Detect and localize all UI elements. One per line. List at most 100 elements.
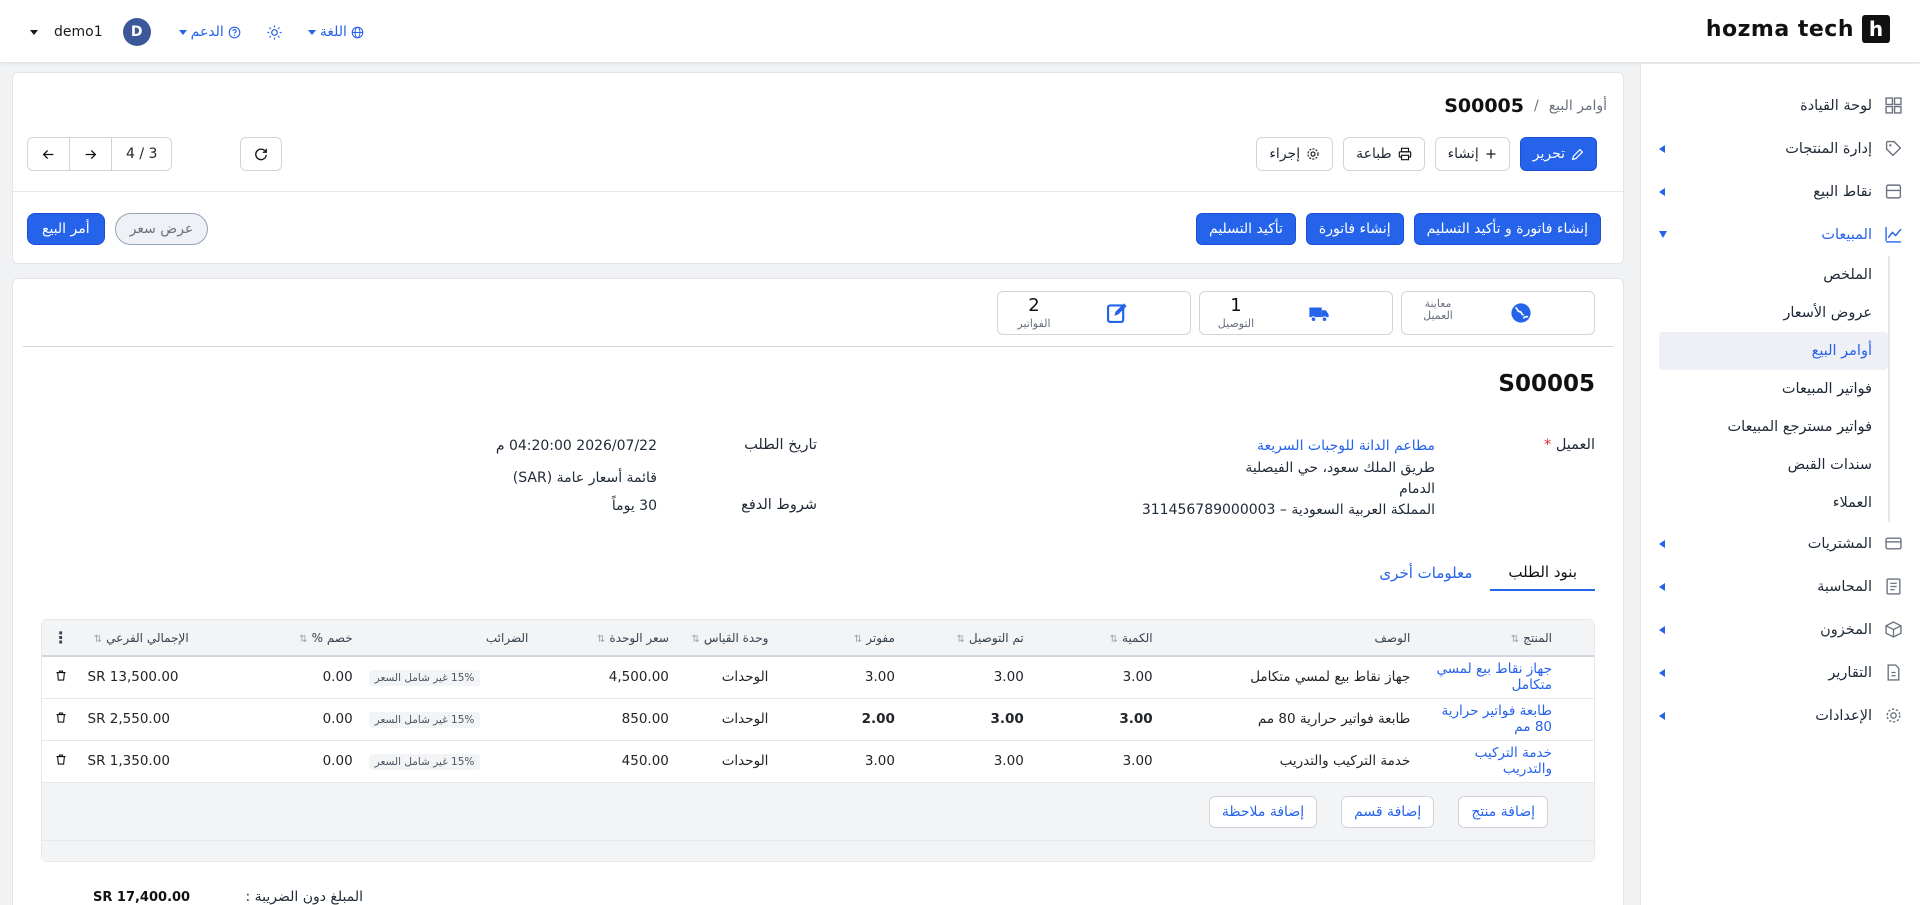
record-counter: 3 / 4 xyxy=(126,146,158,162)
column-header-quantity[interactable]: الكمية⇅ xyxy=(1031,620,1161,657)
tab-order-lines[interactable]: بنود الطلب xyxy=(1490,555,1595,591)
sidebar-item-pos[interactable]: نقاط البيع xyxy=(1641,170,1920,213)
create-invoice-button[interactable]: إنشاء فاتورة xyxy=(1305,213,1404,245)
breadcrumb-separator: / xyxy=(1534,98,1539,114)
column-header-description[interactable]: الوصف xyxy=(1160,620,1419,657)
report-icon xyxy=(1887,664,1900,681)
column-header-subtotal[interactable]: الإجمالي الفرعي⇅ xyxy=(79,620,197,657)
product-link[interactable]: جهاز نقاط بيع لمسي متكامل xyxy=(1437,661,1553,693)
customer-preview-button[interactable]: معاينة العميل xyxy=(1401,291,1595,335)
add-section-button[interactable]: إضافة قسم xyxy=(1341,795,1435,828)
customer-link[interactable]: مطاعم الدانة للوجبات السريعة xyxy=(1257,438,1435,454)
line-invoiced: 2.00 xyxy=(776,698,903,741)
product-link[interactable]: خدمة التركيب والتدريب xyxy=(1475,745,1552,777)
refresh-icon xyxy=(255,148,268,161)
user-menu[interactable]: demo1 D xyxy=(30,18,151,46)
sidebar-item-purchases[interactable]: المشتريات xyxy=(1641,522,1920,565)
sidebar-item-reports[interactable]: التقارير xyxy=(1641,651,1920,694)
submenu-receipts[interactable]: سندات القبض xyxy=(1641,446,1888,484)
submenu-sales-orders[interactable]: أوامر البيع xyxy=(1659,332,1888,370)
table-row[interactable]: خدمة التركيب والتدريب خدمة التركيب والتد… xyxy=(42,740,1594,783)
smart-buttons-divider xyxy=(23,346,1613,347)
column-header-unit-price[interactable]: سعر الوحدة⇅ xyxy=(536,620,677,657)
print-button[interactable]: طباعة xyxy=(1343,137,1425,171)
table-row[interactable]: جهاز نقاط بيع لمسي متكامل جهاز نقاط بيع … xyxy=(42,656,1594,699)
table-row[interactable]: طابعة فواتير حرارية 80 مم طابعة فواتير ح… xyxy=(42,698,1594,741)
column-header-invoiced[interactable]: مفوتر⇅ xyxy=(776,620,903,657)
action-button[interactable]: إجراء xyxy=(1256,137,1334,171)
order-date-label: تاريخ الطلب xyxy=(744,437,817,453)
invoices-button[interactable]: 2 الفواتير xyxy=(997,291,1191,335)
next-record-button[interactable] xyxy=(70,138,112,170)
create-button[interactable]: إنشاء xyxy=(1434,137,1510,171)
column-header-product[interactable]: المنتج⇅ xyxy=(1418,620,1594,657)
sidebar-item-settings[interactable]: الإعدادات xyxy=(1641,694,1920,737)
previous-record-button[interactable] xyxy=(28,138,70,170)
line-unit-price: 4,500.00 xyxy=(536,656,677,699)
sidebar-item-label: المبيعات xyxy=(1821,226,1872,243)
invoice-and-deliver-button[interactable]: إنشاء فاتورة و تأكيد التسليم xyxy=(1413,213,1601,245)
expand-arrow-icon xyxy=(1659,540,1665,548)
preview-label: معاينة العميل xyxy=(1423,297,1453,322)
theme-toggle[interactable] xyxy=(267,24,282,40)
line-invoiced: 3.00 xyxy=(776,656,903,699)
line-delivered: 3.00 xyxy=(902,740,1032,783)
support-menu[interactable]: الدعم xyxy=(178,24,241,40)
product-link[interactable]: طابعة فواتير حرارية 80 مم xyxy=(1442,703,1552,735)
line-subtotal: SR 1,350.00 xyxy=(79,740,197,783)
add-note-button[interactable]: إضافة ملاحظة xyxy=(1208,795,1318,828)
add-line-buttons: إضافة منتج إضافة قسم إضافة ملاحظة xyxy=(1208,795,1548,828)
card-icon xyxy=(1885,537,1902,550)
status-sales-order[interactable]: أمر البيع xyxy=(27,213,105,245)
sidebar-item-label: نقاط البيع xyxy=(1813,183,1872,200)
column-options-button[interactable]: ⋮ xyxy=(42,620,80,657)
submenu-customers[interactable]: العملاء xyxy=(1641,484,1888,522)
submenu-sales-invoices[interactable]: فواتير المبيعات xyxy=(1641,370,1888,408)
column-header-delivered[interactable]: تم التوصيل⇅ xyxy=(902,620,1032,657)
trash-icon[interactable] xyxy=(55,753,67,766)
trash-icon[interactable] xyxy=(55,711,67,724)
sidebar-item-label: المخزون xyxy=(1820,621,1872,638)
support-label: الدعم xyxy=(190,24,224,40)
line-discount: 0.00 xyxy=(196,740,361,783)
column-header-taxes[interactable]: الضرائب xyxy=(360,620,537,657)
breadcrumb-parent[interactable]: أوامر البيع xyxy=(1549,98,1607,114)
arrow-right-icon xyxy=(85,149,97,159)
language-menu[interactable]: اللغة xyxy=(307,24,364,40)
add-product-button[interactable]: إضافة منتج xyxy=(1458,795,1548,828)
submenu-quotations[interactable]: عروض الأسعار xyxy=(1641,294,1888,332)
record-navigation: 3 / 4 xyxy=(27,137,283,171)
confirm-delivery-button[interactable]: تأكيد التسليم xyxy=(1196,213,1296,245)
collapse-arrow-icon xyxy=(1659,231,1667,238)
submenu-summary[interactable]: الملخص xyxy=(1641,256,1888,294)
tab-other-info[interactable]: معلومات أخرى xyxy=(1361,555,1490,591)
sidebar-item-accounting[interactable]: المحاسبة xyxy=(1641,565,1920,608)
notebook-tabs: بنود الطلب معلومات أخرى xyxy=(1361,555,1595,591)
delivery-button[interactable]: 1 التوصيل xyxy=(1199,291,1393,335)
chevron-down-icon xyxy=(178,29,187,35)
avatar: D xyxy=(122,18,151,46)
invoices-label: الفواتير xyxy=(1017,317,1051,330)
trash-icon[interactable] xyxy=(55,669,67,682)
sidebar-item-sales[interactable]: المبيعات xyxy=(1641,213,1920,256)
status-quotation[interactable]: عرض سعر xyxy=(114,213,209,245)
sidebar-item-label: لوحة القيادة xyxy=(1800,97,1872,114)
column-header-uom[interactable]: وحدة القياس⇅ xyxy=(676,620,777,657)
smart-buttons: معاينة العميل 1 التوصيل 2 الفواتير xyxy=(997,291,1595,335)
sidebar-item-products[interactable]: إدارة المنتجات xyxy=(1641,127,1920,170)
sidebar-item-inventory[interactable]: المخزون xyxy=(1641,608,1920,651)
tax-badge: 15% غير شامل السعر xyxy=(368,669,481,686)
edit-label: تحرير xyxy=(1532,146,1565,162)
sidebar-item-dashboard[interactable]: لوحة القيادة xyxy=(1641,84,1920,127)
add-line-row: إضافة منتج إضافة قسم إضافة ملاحظة xyxy=(42,782,1594,841)
order-lines-table: المنتج⇅ الوصف الكمية⇅ تم التوصيل⇅ مفوتر⇅… xyxy=(41,619,1595,862)
brand-logo[interactable]: hozma tech h xyxy=(1706,15,1890,43)
line-uom: الوحدات xyxy=(676,656,777,699)
line-subtotal: SR 13,500.00 xyxy=(79,656,197,699)
refresh-button[interactable] xyxy=(240,137,283,171)
expand-arrow-icon xyxy=(1659,188,1665,196)
submenu-sales-returns[interactable]: فواتير مسترجع المبيعات xyxy=(1641,408,1888,446)
column-header-discount[interactable]: خصم %⇅ xyxy=(196,620,361,657)
line-description: طابعة فواتير حرارية 80 مم xyxy=(1160,698,1419,741)
edit-button[interactable]: تحرير xyxy=(1519,137,1597,171)
